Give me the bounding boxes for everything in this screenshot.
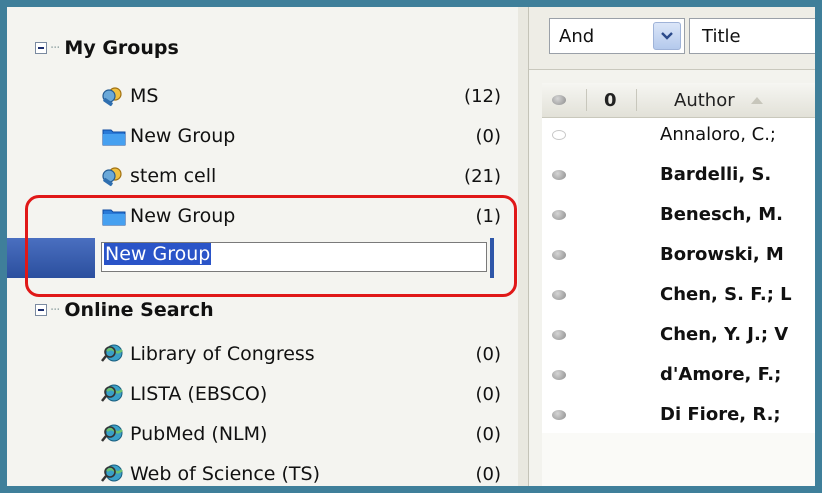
reference-row[interactable]: Annaloro, C.;	[542, 118, 815, 151]
online-label: Web of Science (TS)	[130, 463, 320, 485]
author-cell: Annaloro, C.;	[660, 124, 776, 145]
groups-pane: ··· My Groups MS (12) New Group (0) stem…	[7, 7, 519, 486]
group-item-ms[interactable]: MS (12)	[101, 81, 501, 111]
online-item-web-of-science[interactable]: Web of Science (TS) (0)	[101, 459, 501, 486]
online-search-header[interactable]: ··· Online Search	[35, 297, 214, 323]
unread-status-icon	[552, 370, 566, 380]
smart-group-icon	[102, 167, 122, 187]
annotation-highlight	[25, 195, 517, 297]
list-empty-area	[542, 433, 815, 486]
reference-row[interactable]: Bardelli, S.	[542, 158, 815, 191]
column-separator[interactable]	[636, 89, 637, 111]
tree-connector: ···	[50, 302, 60, 318]
group-label: MS	[130, 85, 159, 107]
operator-value: And	[559, 25, 595, 47]
online-search-icon	[101, 344, 123, 362]
chevron-down-icon[interactable]	[653, 22, 681, 50]
operator-select[interactable]: And	[549, 18, 685, 54]
folder-icon	[102, 129, 126, 146]
group-label: New Group	[130, 125, 236, 147]
pane-splitter[interactable]	[518, 7, 529, 486]
group-count: (0)	[475, 125, 502, 147]
attachment-icon: 0	[604, 89, 617, 111]
author-cell: d'Amore, F.;	[660, 364, 782, 385]
online-item-lista[interactable]: LISTA (EBSCO) (0)	[101, 379, 501, 409]
author-cell: Chen, Y. J.; V	[660, 324, 789, 345]
search-toolbar: And Title	[529, 7, 815, 70]
group-count: (21)	[464, 165, 501, 187]
author-column-label: Author	[674, 89, 735, 111]
field-value: Title	[702, 25, 741, 47]
field-select[interactable]: Title	[689, 18, 815, 54]
collapse-icon[interactable]	[35, 42, 47, 54]
online-label: Library of Congress	[130, 343, 315, 365]
list-body: Annaloro, C.; Bardelli, S. Benesch, M. B…	[542, 118, 815, 433]
smart-group-icon	[102, 87, 122, 107]
online-search-icon	[101, 424, 123, 442]
collapse-icon[interactable]	[35, 304, 47, 316]
author-cell: Borowski, M	[660, 244, 784, 265]
online-count: (0)	[475, 463, 502, 485]
references-pane: And Title 0 Author Annaloro, C.; Bardell…	[529, 7, 815, 486]
online-item-library-of-congress[interactable]: Library of Congress (0)	[101, 339, 501, 369]
online-count: (0)	[475, 383, 502, 405]
online-search-icon	[101, 464, 123, 482]
author-cell: Benesch, M.	[660, 204, 784, 225]
group-item-stem-cell[interactable]: stem cell (21)	[101, 161, 501, 191]
group-item-new-group-1[interactable]: New Group (0)	[101, 121, 501, 151]
unread-status-icon	[552, 410, 566, 420]
unread-status-icon	[552, 330, 566, 340]
group-label: stem cell	[130, 165, 217, 187]
reference-row[interactable]: Borowski, M	[542, 238, 815, 271]
my-groups-title: My Groups	[64, 37, 179, 59]
online-count: (0)	[475, 343, 502, 365]
author-cell: Bardelli, S.	[660, 164, 772, 185]
online-item-pubmed[interactable]: PubMed (NLM) (0)	[101, 419, 501, 449]
reference-row[interactable]: Di Fiore, R.;	[542, 398, 815, 431]
reference-row[interactable]: Benesch, M.	[542, 198, 815, 231]
read-status-icon	[552, 130, 566, 140]
read-status-column[interactable]	[552, 83, 566, 117]
unread-status-icon	[552, 250, 566, 260]
app-window: ··· My Groups MS (12) New Group (0) stem…	[7, 7, 815, 486]
online-label: PubMed (NLM)	[130, 423, 268, 445]
unread-status-icon	[552, 210, 566, 220]
reference-row[interactable]: Chen, S. F.; L	[542, 278, 815, 311]
tree-connector: ···	[50, 40, 60, 56]
reference-row[interactable]: d'Amore, F.;	[542, 358, 815, 391]
read-status-icon	[552, 95, 566, 105]
online-search-icon	[101, 384, 123, 402]
attachment-column[interactable]: 0	[604, 83, 617, 117]
unread-status-icon	[552, 170, 566, 180]
column-separator[interactable]	[586, 89, 587, 111]
list-header: 0 Author	[542, 83, 815, 118]
group-count: (12)	[464, 85, 501, 107]
author-column[interactable]: Author	[674, 83, 765, 117]
sort-ascending-icon	[750, 97, 763, 104]
online-label: LISTA (EBSCO)	[130, 383, 268, 405]
online-count: (0)	[475, 423, 502, 445]
reference-row[interactable]: Chen, Y. J.; V	[542, 318, 815, 351]
author-cell: Chen, S. F.; L	[660, 284, 792, 305]
my-groups-header[interactable]: ··· My Groups	[35, 35, 179, 61]
author-cell: Di Fiore, R.;	[660, 404, 781, 425]
unread-status-icon	[552, 290, 566, 300]
online-search-title: Online Search	[64, 299, 214, 321]
reference-list: 0 Author Annaloro, C.; Bardelli, S. Bene…	[542, 83, 815, 433]
